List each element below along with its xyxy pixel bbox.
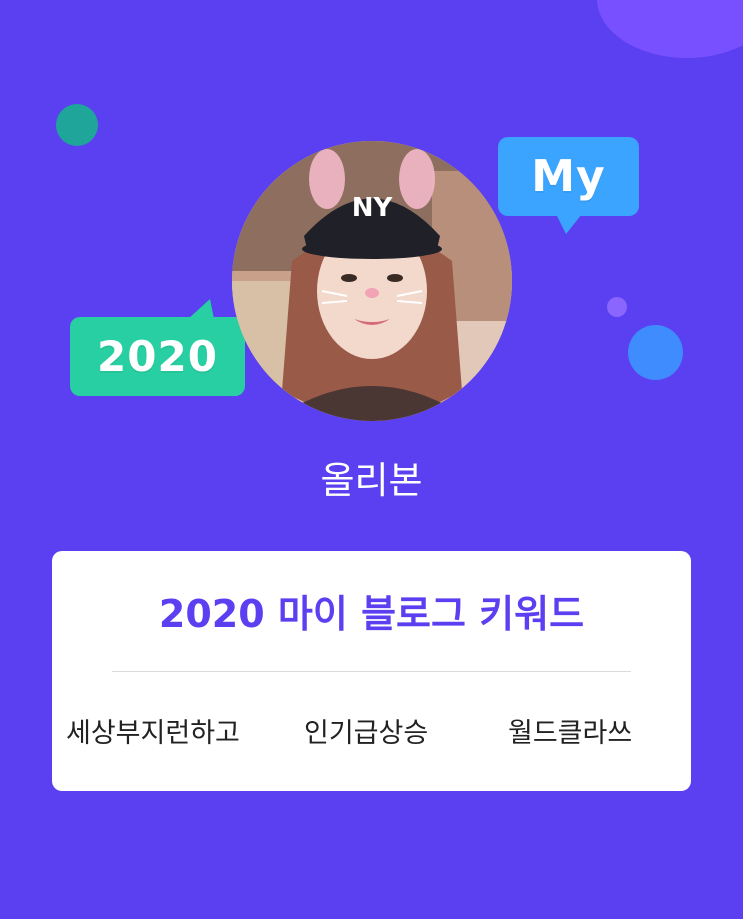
decorative-circle-teal [56,104,98,146]
keyword-card: 2020 마이 블로그 키워드 세상부지런하고 인기급상승 월드클라쓰 [52,551,691,791]
decorative-circle-small [607,297,627,317]
blog-keyword-screen: My 2020 NY 올리본 2020 마이 블로그 키워드 세상부지런하고 인… [0,0,743,919]
keyword-item: 인기급상승 [304,718,429,749]
decorative-circle-top-right [597,0,743,58]
svg-text:NY: NY [352,193,394,223]
keyword-card-divider [112,671,631,672]
profile-avatar: NY [232,141,512,421]
keyword-item: 월드클라쓰 [508,718,633,749]
keyword-item: 세상부지런하고 [66,718,240,749]
my-bubble-label: My [531,151,606,202]
year-speech-bubble: 2020 [70,299,245,396]
decorative-circle-blue [628,325,683,380]
my-speech-bubble: My [498,137,639,234]
year-bubble-label: 2020 [97,332,218,381]
avatar-photo: NY [232,141,512,421]
keyword-list: 세상부지런하고 인기급상승 월드클라쓰 [52,711,691,751]
keyword-card-title: 2020 마이 블로그 키워드 [158,592,585,636]
profile-nickname: 올리본 [320,459,423,502]
